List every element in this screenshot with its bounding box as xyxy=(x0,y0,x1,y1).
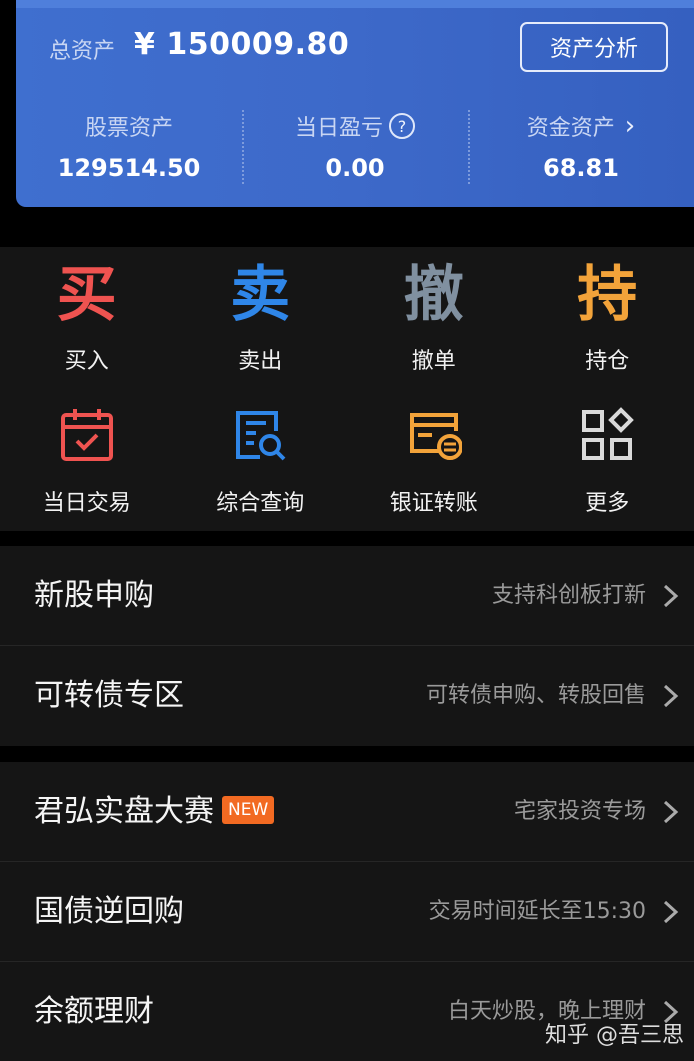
list-item-subtitle: 交易时间延长至15:30 xyxy=(428,899,646,924)
more-button[interactable]: 更多 xyxy=(521,407,694,527)
stock-assets-stat: 股票资产 129514.50 xyxy=(16,108,242,186)
positions-icon: 持 xyxy=(577,260,638,330)
list-item-title: 国债逆回购 xyxy=(34,894,184,929)
more-label: 更多 xyxy=(585,491,630,516)
cancel-order-button[interactable]: 撤 撤单 xyxy=(347,259,521,379)
contest-title: 君弘实盘大赛 xyxy=(34,794,214,829)
buy-button[interactable]: 买 买入 xyxy=(0,259,174,379)
cash-assets-stat[interactable]: 资金资产 › 68.81 xyxy=(468,108,694,186)
chevron-right-icon xyxy=(663,800,679,824)
bank-transfer-label: 银证转账 xyxy=(389,491,478,516)
cash-assets-value: 68.81 xyxy=(543,154,619,182)
daily-trades-label: 当日交易 xyxy=(42,491,131,516)
list-item-title: 新股申购 xyxy=(34,578,154,613)
total-assets-value: ¥ 150009.80 xyxy=(134,27,350,62)
grid-more-icon xyxy=(582,407,635,460)
search-document-icon xyxy=(236,411,286,461)
chevron-right-icon xyxy=(663,684,679,708)
list-item-convertible-bonds[interactable]: 可转债专区 可转债申购、转股回售 xyxy=(0,646,694,746)
stock-assets-value: 129514.50 xyxy=(57,154,201,182)
calendar-check-icon xyxy=(60,409,113,461)
list-item-subtitle: 可转债申购、转股回售 xyxy=(425,683,646,708)
bank-transfer-button[interactable]: 银证转账 xyxy=(347,407,521,527)
stock-assets-label: 股票资产 xyxy=(84,116,173,141)
help-icon[interactable]: ? xyxy=(389,113,415,139)
watermark: 知乎 @吾三思 xyxy=(545,1023,684,1048)
chevron-right-icon xyxy=(663,900,679,924)
daily-pnl-value: 0.00 xyxy=(325,154,385,182)
buy-icon: 买 xyxy=(56,260,117,330)
menu-group-1: 新股申购 支持科创板打新 可转债专区 可转债申购、转股回售 xyxy=(0,546,694,746)
asset-card: 总资产 ¥ 150009.80 资产分析 股票资产 129514.50 当日盈亏… xyxy=(16,0,694,207)
list-item-trading-contest[interactable]: 君弘实盘大赛 NEW 宅家投资专场 xyxy=(0,762,694,862)
query-label: 综合查询 xyxy=(216,491,305,516)
list-item-title: 余额理财 xyxy=(34,994,154,1029)
list-item-subtitle: 宅家投资专场 xyxy=(513,799,646,824)
list-item-title: 君弘实盘大赛 NEW xyxy=(34,762,275,862)
cancel-order-icon: 撤 xyxy=(403,260,464,330)
list-item-subtitle: 支持科创板打新 xyxy=(491,583,646,608)
asset-analysis-button[interactable]: 资产分析 xyxy=(520,22,668,72)
chevron-right-icon: › xyxy=(624,111,636,141)
daily-trades-button[interactable]: 当日交易 xyxy=(0,407,174,527)
positions-button[interactable]: 持 持仓 xyxy=(521,259,694,379)
cash-assets-label: 资金资产 xyxy=(526,116,615,141)
bank-card-transfer-icon xyxy=(409,413,462,460)
asset-stats: 股票资产 129514.50 当日盈亏 ? 0.00 资金资产 › 68.81 xyxy=(16,108,694,186)
trade-action-grid: 买 买入 卖 卖出 撤 撤单 持 持仓 当日交易 综合查询 银证转账 更多 xyxy=(0,247,694,531)
daily-pnl-stat: 当日盈亏 ? 0.00 xyxy=(242,108,468,186)
list-item-reverse-repo[interactable]: 国债逆回购 交易时间延长至15:30 xyxy=(0,862,694,962)
daily-pnl-label: 当日盈亏 xyxy=(294,116,383,141)
positions-label: 持仓 xyxy=(585,349,630,374)
new-badge: NEW xyxy=(222,795,275,824)
sell-button[interactable]: 卖 卖出 xyxy=(174,259,348,379)
buy-label: 买入 xyxy=(64,349,109,374)
chevron-right-icon xyxy=(663,584,679,608)
sell-label: 卖出 xyxy=(238,349,283,374)
total-assets-label: 总资产 xyxy=(49,39,116,64)
sell-icon: 卖 xyxy=(230,260,291,330)
list-item-title: 可转债专区 xyxy=(34,678,184,713)
cancel-order-label: 撤单 xyxy=(411,349,456,374)
query-button[interactable]: 综合查询 xyxy=(174,407,348,527)
list-item-ipo-subscription[interactable]: 新股申购 支持科创板打新 xyxy=(0,546,694,646)
